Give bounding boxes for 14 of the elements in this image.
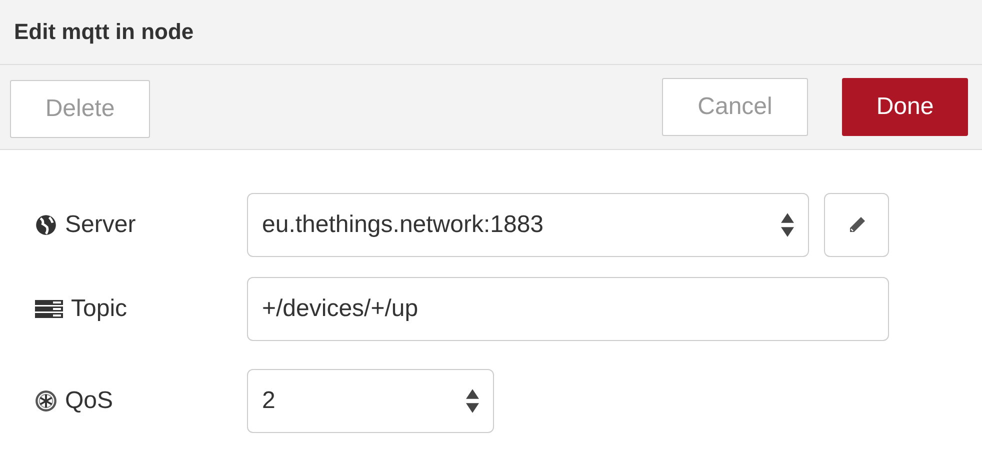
- select-arrows-icon: [781, 213, 794, 237]
- field-label: Topic: [71, 295, 128, 323]
- done-button[interactable]: Done: [842, 78, 968, 136]
- field-label: QoS: [65, 387, 114, 415]
- dialog-title: Edit mqtt in node: [14, 19, 194, 45]
- asterisk-circle-icon: [35, 390, 57, 412]
- globe-icon: [35, 214, 57, 236]
- qos-select[interactable]: 2: [247, 369, 494, 433]
- field-label: Server: [65, 211, 136, 239]
- topic-field[interactable]: +/devices/+/up: [247, 277, 889, 341]
- server-list-icon: [35, 298, 63, 320]
- select-arrows-icon: [466, 389, 479, 413]
- edit-button[interactable]: [824, 193, 889, 257]
- server-select[interactable]: eu.thethings.network:1883: [247, 193, 809, 257]
